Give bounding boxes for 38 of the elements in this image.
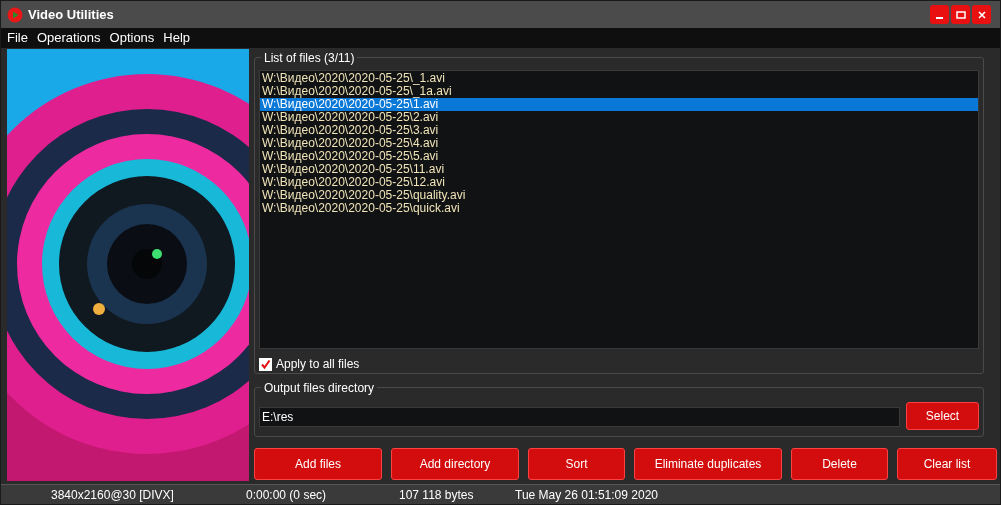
status-text: Tue May 26 01:51:09 2020 [515,486,658,504]
file-list[interactable] [259,70,979,349]
maximize-button[interactable] [951,5,970,24]
checkbox-label: Apply to all files [276,356,360,373]
file-list-item[interactable]: W:\Видео\2020\2020-05-25\1.avi [260,98,978,111]
action-button[interactable]: Clear list [897,448,997,480]
file-list-item[interactable]: W:\Видео\2020\2020-05-25\12.avi [260,176,978,189]
action-button[interactable]: Add directory [391,448,519,480]
file-list-item[interactable]: W:\Видео\2020\2020-05-25\quick.avi [260,202,978,215]
file-list-item[interactable]: W:\Видео\2020\2020-05-25\2.avi [260,111,978,124]
file-list-item[interactable]: W:\Видео\2020\2020-05-25\_1a.avi [260,85,978,98]
action-button[interactable]: Delete [791,448,888,480]
status-text: 0:00:00 (0 sec) [246,486,327,504]
maximize-icon [955,10,966,19]
minimize-icon [936,17,943,19]
action-button[interactable]: Sort [528,448,625,480]
select-button[interactable]: Select [906,402,979,430]
close-button[interactable] [972,5,991,24]
close-icon [977,10,986,19]
file-list-item[interactable]: W:\Видео\2020\2020-05-25\4.avi [260,137,978,150]
action-button[interactable]: Eliminate duplicates [634,448,782,480]
menu-item[interactable]: File [7,28,28,48]
app-logo-icon [7,6,23,23]
status-text: 3840x2160@30 [DIVX] [51,486,174,504]
file-list-item[interactable]: W:\Видео\2020\2020-05-25\_1.avi [260,72,978,85]
checkbox[interactable] [259,357,272,371]
minimize-button[interactable] [930,5,949,24]
directory-field[interactable]: E:\res [259,407,900,427]
menu-item[interactable]: Help [163,28,191,48]
action-button[interactable]: Add files [254,448,382,480]
menu-item[interactable]: Operations [36,28,101,48]
file-list-item[interactable]: W:\Видео\2020\2020-05-25\3.avi [260,124,978,137]
file-list-item[interactable]: W:\Видео\2020\2020-05-25\5.avi [260,150,978,163]
file-list-item[interactable]: W:\Видео\2020\2020-05-25\11.avi [260,163,978,176]
menu-item[interactable]: Options [109,28,155,48]
file-list-item[interactable]: W:\Видео\2020\2020-05-25\quality.avi [260,189,978,202]
window-title: Video Utilities [28,5,114,24]
status-text: 107 118 bytes [399,486,474,504]
